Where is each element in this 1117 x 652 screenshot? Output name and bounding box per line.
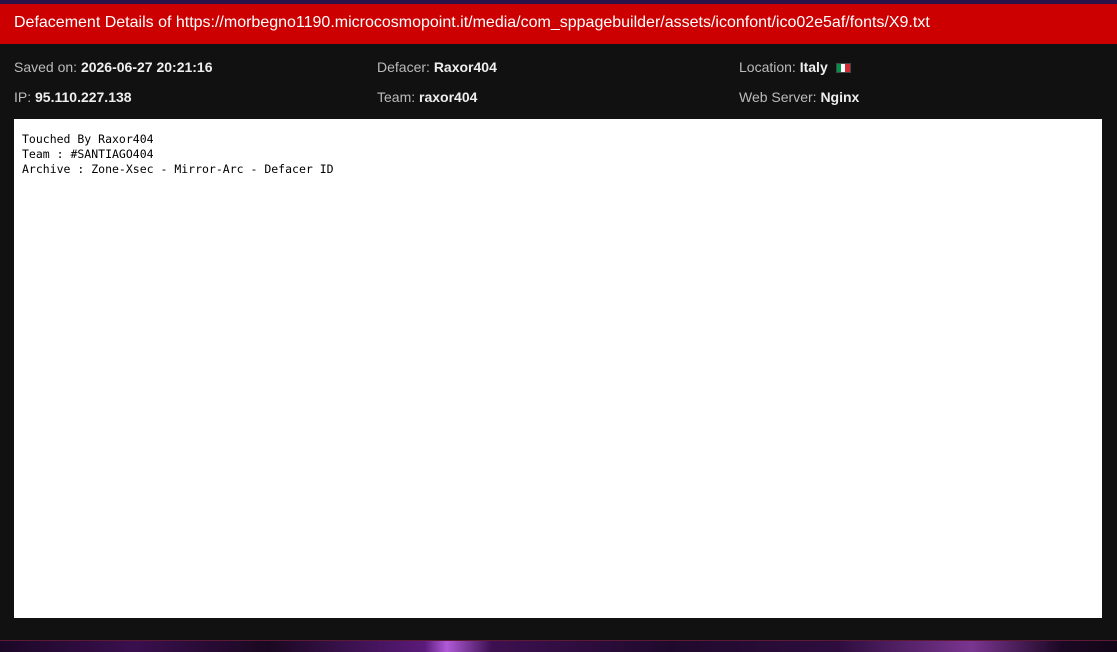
mirror-content-frame[interactable]: Touched By Raxor404 Team : #SANTIAGO404 … [14, 119, 1102, 618]
saved-on-label: Saved on: [14, 59, 78, 75]
info-grid: Saved on: 2026-06-27 20:21:16 Defacer: R… [14, 54, 1102, 114]
page-title: Defacement Details of https://morbegno11… [14, 14, 930, 31]
web-server-field: Web Server: Nginx [739, 84, 859, 110]
location-value: Italy [799, 59, 828, 75]
defacer-label: Defacer: [377, 59, 430, 75]
web-server-label: Web Server: [739, 89, 817, 105]
ip-value: 95.110.227.138 [35, 89, 132, 105]
team-label: Team: [377, 89, 416, 105]
saved-on-value: 2026-06-27 20:21:16 [80, 59, 213, 75]
mirror-content-text: Touched By Raxor404 Team : #SANTIAGO404 … [22, 132, 334, 176]
footer-background-band [0, 640, 1117, 652]
location-field: Location: Italy [739, 54, 851, 80]
defacer-field: Defacer: Raxor404 [377, 54, 497, 80]
ip-label: IP: [14, 89, 32, 105]
team-value: raxor404 [419, 89, 478, 105]
title-bar: Defacement Details of https://morbegno11… [0, 4, 1117, 44]
italy-flag-icon [835, 63, 851, 73]
team-field: Team: raxor404 [377, 84, 477, 110]
location-label: Location: [739, 59, 796, 75]
defacer-value: Raxor404 [433, 59, 497, 75]
defacement-panel: Defacement Details of https://morbegno11… [0, 4, 1117, 640]
saved-on-field: Saved on: 2026-06-27 20:21:16 [14, 54, 213, 80]
web-server-value: Nginx [820, 89, 860, 105]
ip-field: IP: 95.110.227.138 [14, 84, 132, 110]
